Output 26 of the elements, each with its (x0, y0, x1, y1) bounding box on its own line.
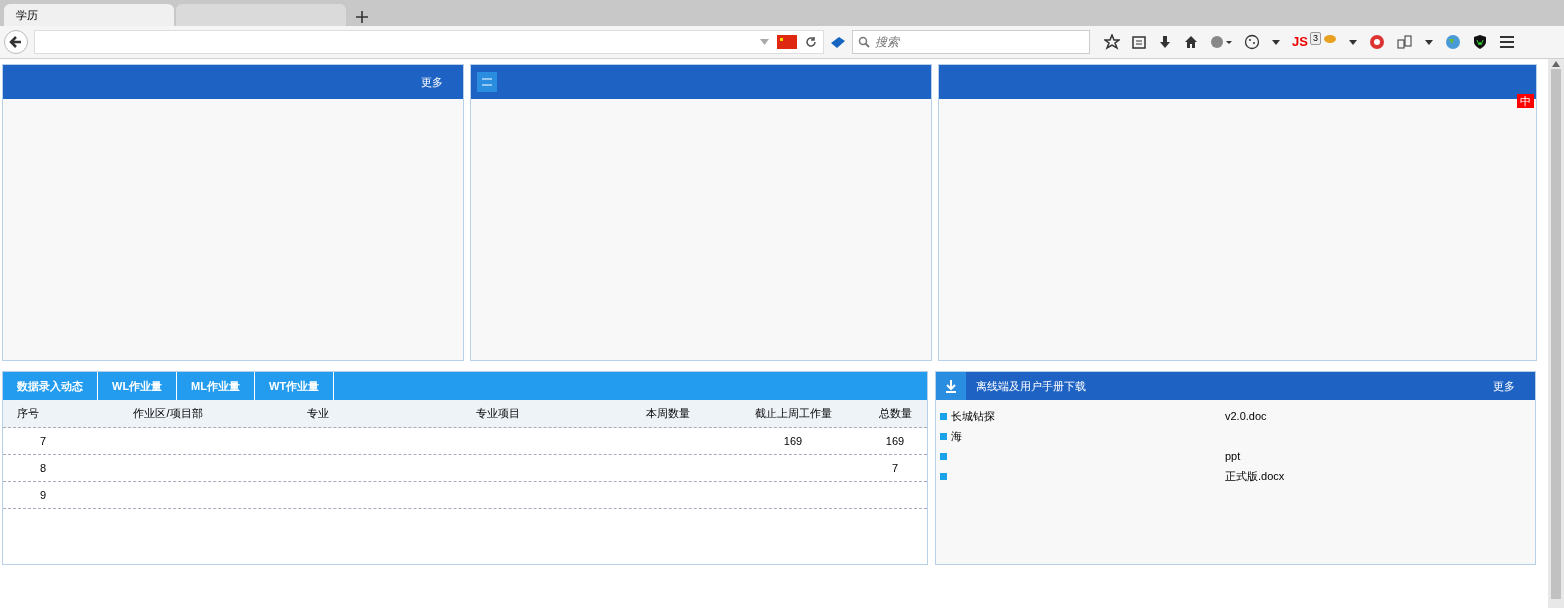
more-link[interactable]: 更多 (421, 73, 443, 91)
column-header: 专业 (307, 406, 329, 422)
count-badge: 3 (1309, 32, 1321, 46)
table-cell: 169 (885, 434, 905, 447)
column-header: 专业项目 (476, 406, 520, 422)
search-field[interactable]: 搜索 (852, 30, 1090, 54)
table-cell: 7 (39, 434, 47, 447)
browser-tab[interactable]: 学历 (4, 4, 174, 26)
file-link[interactable]: 海 (951, 427, 1101, 445)
column-header: 总数量 (878, 406, 912, 422)
table-cell: 7 (891, 461, 899, 474)
column-header: 作业区/项目部 (133, 406, 203, 422)
column-header: 本周数量 (646, 406, 690, 422)
table-cell: 8 (39, 461, 47, 474)
file-link[interactable]: ppt (1225, 447, 1241, 465)
column-header: 序号 (16, 406, 39, 422)
column-header: 截止上周工作量 (754, 406, 832, 422)
status-badge: 中 (1517, 94, 1534, 108)
panel-title: 离线端及用户手册下载 (976, 378, 1086, 394)
script-label[interactable]: JS (1292, 32, 1308, 52)
table-cell: 169 (783, 434, 803, 447)
table-cell: 9 (39, 488, 47, 501)
file-link[interactable]: 正式版.docx (1225, 467, 1285, 485)
file-link[interactable]: 长城钻探 (951, 407, 1101, 425)
file-link[interactable]: v2.0.doc (1225, 407, 1267, 425)
more-link[interactable]: 更多 (1493, 377, 1515, 395)
